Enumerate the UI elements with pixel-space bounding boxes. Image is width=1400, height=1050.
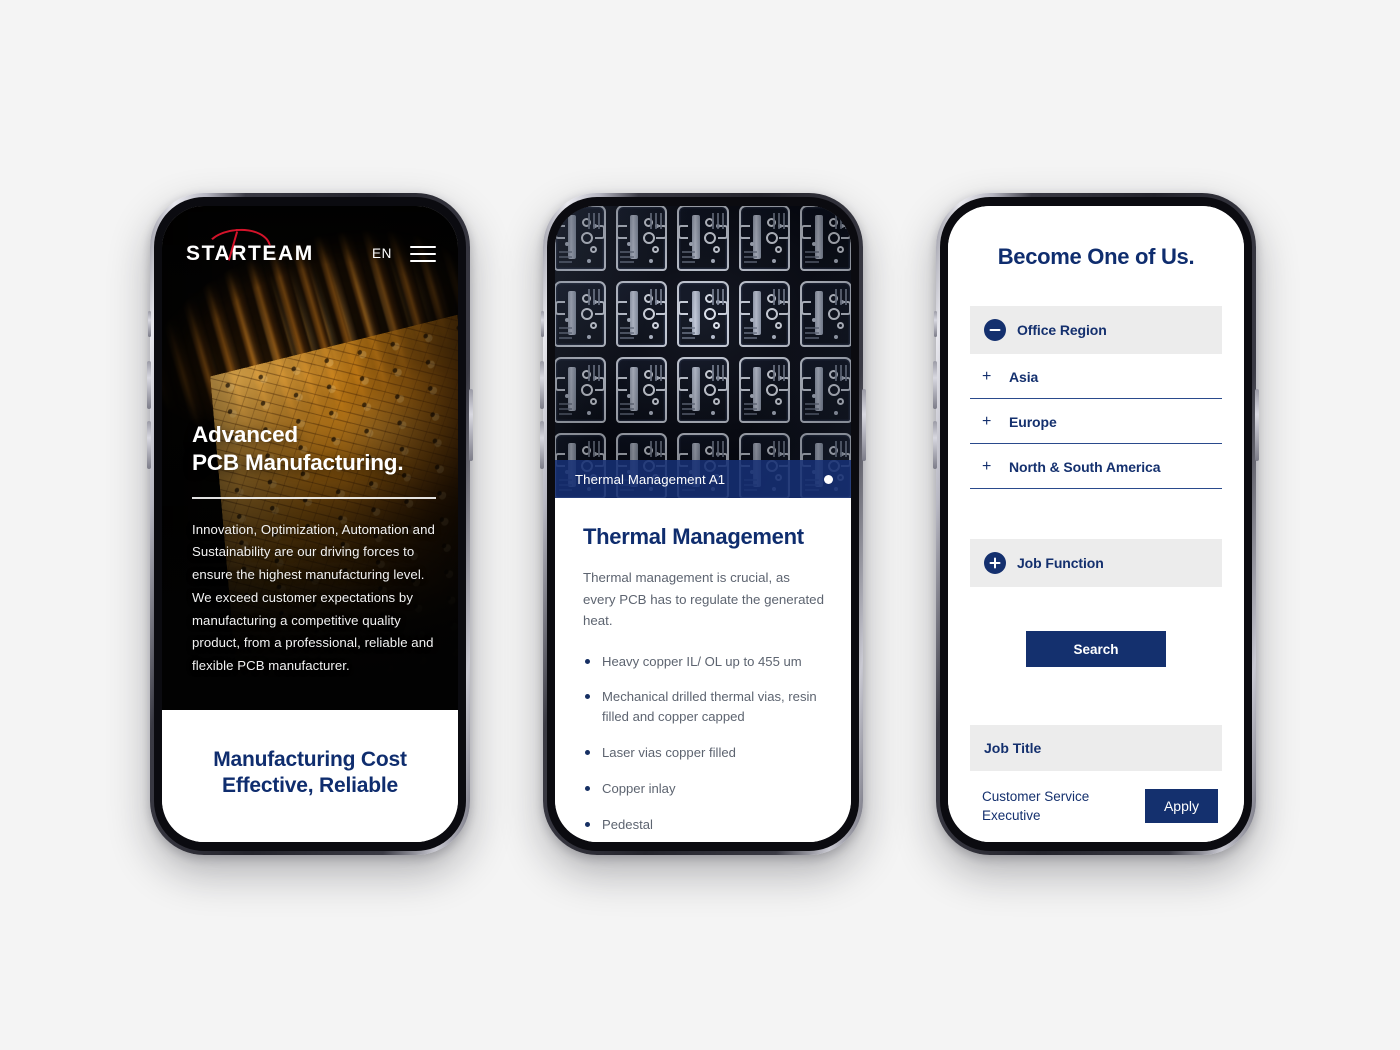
accordion-office-region-label: Office Region bbox=[1017, 322, 1107, 338]
language-selector[interactable]: EN bbox=[372, 246, 392, 261]
footer-headline-line1: Manufacturing Cost bbox=[213, 747, 407, 771]
job-title-header-label: Job Title bbox=[984, 740, 1042, 756]
job-title-header: Job Title bbox=[970, 725, 1222, 771]
page-title: Become One of Us. bbox=[997, 244, 1195, 269]
screen-careers: Become One of Us. Office Region + Asia +… bbox=[948, 206, 1244, 842]
list-item: Pedestal bbox=[583, 815, 825, 835]
hero-section: STARTEAM EN Advanced PCB Manufacturing. … bbox=[162, 206, 458, 710]
search-action-row: Search bbox=[970, 631, 1222, 667]
search-button[interactable]: Search bbox=[1026, 631, 1166, 667]
carousel-dot-icon[interactable] bbox=[824, 474, 833, 484]
hero-copy: Advanced PCB Manufacturing. Innovation, … bbox=[192, 421, 436, 678]
hamburger-menu-icon[interactable] bbox=[410, 245, 436, 263]
list-item: Laser vias copper filled bbox=[583, 743, 825, 763]
footer-headline: Manufacturing Cost Effective, Reliable bbox=[213, 747, 407, 800]
volume-down-button[interactable] bbox=[933, 421, 937, 469]
starteam-logo[interactable]: STARTEAM bbox=[186, 226, 314, 266]
hero-title-line2: PCB Manufacturing. bbox=[192, 449, 404, 475]
table-row: Customer Service Executive Apply bbox=[970, 787, 1222, 825]
list-item: Heavy copper IL/ OL up to 455 um bbox=[583, 652, 825, 672]
phone-bezel: STARTEAM EN Advanced PCB Manufacturing. … bbox=[154, 197, 466, 851]
phone-mockup-product: Thermal Management A1 Thermal Management… bbox=[540, 193, 866, 855]
volume-down-button[interactable] bbox=[147, 421, 151, 469]
list-item: Copper inlay bbox=[583, 779, 825, 799]
job-name[interactable]: Customer Service Executive bbox=[982, 787, 1133, 825]
hero-footer-banner: Manufacturing Cost Effective, Reliable bbox=[162, 710, 458, 842]
header-actions: EN bbox=[372, 245, 436, 263]
hero-divider bbox=[192, 497, 436, 499]
plus-icon: + bbox=[982, 458, 992, 475]
apply-button[interactable]: Apply bbox=[1144, 789, 1218, 824]
image-caption-text: Thermal Management A1 bbox=[575, 471, 726, 487]
list-item: Mechanical drilled thermal vias, resin f… bbox=[583, 687, 825, 727]
careers-page: Become One of Us. Office Region + Asia +… bbox=[948, 206, 1244, 842]
region-label: North & South America bbox=[1009, 459, 1161, 475]
volume-up-button[interactable] bbox=[147, 361, 151, 409]
plus-icon: + bbox=[982, 413, 992, 430]
product-content: Thermal Management Thermal management is… bbox=[555, 498, 851, 842]
volume-up-button[interactable] bbox=[933, 361, 937, 409]
footer-headline-line2: Effective, Reliable bbox=[222, 774, 398, 797]
power-button[interactable] bbox=[1255, 389, 1259, 461]
accordion-job-function-label: Job Function bbox=[1017, 555, 1104, 571]
site-header: STARTEAM EN bbox=[162, 226, 458, 266]
sidebar-item-north-south-america[interactable]: + North & South America bbox=[970, 444, 1222, 489]
product-image: Thermal Management A1 bbox=[555, 206, 851, 498]
accordion-office-region[interactable]: Office Region bbox=[970, 306, 1222, 354]
silent-switch-button[interactable] bbox=[541, 311, 544, 337]
mockup-stage: STARTEAM EN Advanced PCB Manufacturing. … bbox=[0, 0, 1400, 1050]
plus-circle-icon bbox=[984, 552, 1006, 574]
product-heading: Thermal Management bbox=[583, 524, 804, 549]
product-feature-list: Heavy copper IL/ OL up to 455 um Mechani… bbox=[583, 652, 825, 842]
minus-circle-icon bbox=[984, 319, 1006, 341]
phone-mockup-careers: Become One of Us. Office Region + Asia +… bbox=[933, 193, 1259, 855]
hero-body-text: Innovation, Optimization, Automation and… bbox=[192, 521, 435, 673]
region-label: Europe bbox=[1009, 414, 1057, 430]
screen-thermal-management: Thermal Management A1 Thermal Management… bbox=[555, 206, 851, 842]
sidebar-item-asia[interactable]: + Asia bbox=[970, 354, 1222, 399]
volume-down-button[interactable] bbox=[540, 421, 544, 469]
phone-mockup-home: STARTEAM EN Advanced PCB Manufacturing. … bbox=[147, 193, 473, 855]
region-label: Asia bbox=[1009, 369, 1039, 385]
accordion-job-function[interactable]: Job Function bbox=[970, 539, 1222, 587]
silent-switch-button[interactable] bbox=[934, 311, 937, 337]
image-caption-bar: Thermal Management A1 bbox=[555, 460, 851, 498]
sidebar-item-europe[interactable]: + Europe bbox=[970, 399, 1222, 444]
hero-title-line1: Advanced bbox=[192, 422, 298, 447]
phone-bezel: Thermal Management A1 Thermal Management… bbox=[547, 197, 859, 851]
screen-home: STARTEAM EN Advanced PCB Manufacturing. … bbox=[162, 206, 458, 842]
volume-up-button[interactable] bbox=[540, 361, 544, 409]
plus-icon: + bbox=[982, 368, 992, 385]
hero-title: Advanced PCB Manufacturing. bbox=[192, 421, 436, 476]
phone-bezel: Become One of Us. Office Region + Asia +… bbox=[940, 197, 1252, 851]
product-lead-text: Thermal management is crucial, as every … bbox=[583, 570, 824, 629]
power-button[interactable] bbox=[862, 389, 866, 461]
power-button[interactable] bbox=[469, 389, 473, 461]
silent-switch-button[interactable] bbox=[148, 311, 151, 337]
pcb-panel-photo bbox=[555, 206, 851, 498]
